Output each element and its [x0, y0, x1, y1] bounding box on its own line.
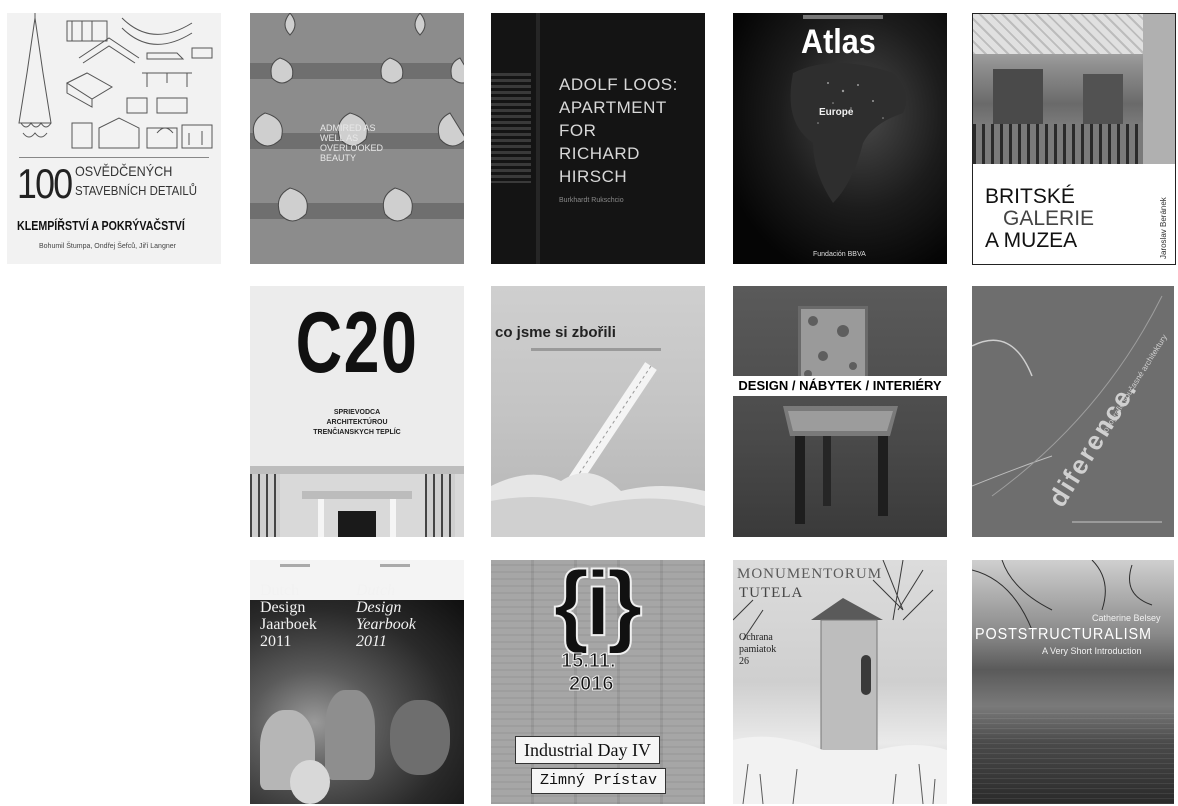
chair-illustration [783, 306, 898, 524]
book-cover-c20[interactable]: C20 SPRIEVODCA ARCHITEKTÚROU TRENČIANSKY… [250, 286, 464, 537]
book-title: Atlas [801, 23, 876, 61]
book-subtitle: Ochrana pamiatok 26 [739, 632, 777, 667]
book-cover-industrial[interactable]: {i} 15.11. 2016 Industrial Day IV Zimný … [491, 560, 705, 804]
book-authors: Bohumil Štumpa, Ondřej Šefců, Jiří Langn… [39, 243, 176, 250]
book-title: C20 [295, 295, 419, 391]
book-author: Jaroslav Beránek [1159, 197, 1168, 259]
building-photo [250, 466, 464, 537]
book-cover-design[interactable]: DESIGN / NÁBYTEK / INTERIÉRY [733, 286, 947, 537]
tree-silhouette-illustration [972, 560, 1153, 631]
book-title: POSTSTRUCTURALISM [975, 626, 1152, 643]
book-title-english: Dutch Design Yearbook 2011 [356, 582, 416, 650]
blinds-texture [491, 73, 531, 183]
event-year: 2016 [569, 673, 614, 696]
book-cover-britske[interactable]: BRITSKÉ GALERIE A MUZEA Jaroslav Beránek [972, 13, 1176, 265]
book-cover-adolf-loos[interactable]: ADOLF LOOS: APARTMENT FOR RICHARD HIRSCH… [491, 13, 705, 264]
book-title: BRITSKÉ GALERIE A MUZEA [985, 185, 1095, 252]
book-author: Burkhardt Rukschcio [559, 197, 624, 204]
book-cover-admired[interactable]: ADMIRED AS WELL AS OVERLOOKED BEAUTY [250, 13, 464, 264]
book-author: Catherine Belsey [1092, 613, 1161, 623]
book-subtitle: A Very Short Introduction [1042, 646, 1142, 656]
book-title: DESIGN / NÁBYTEK / INTERIÉRY [733, 376, 947, 396]
book-cover-dutch[interactable]: Dutch Design Jaarboek 2011 Dutch Design … [250, 560, 464, 804]
museum-photo [973, 14, 1143, 164]
book-title: ADOLF LOOS: APARTMENT FOR RICHARD HIRSCH [559, 75, 678, 186]
book-title-line1: MONUMENTORUM [737, 566, 883, 582]
book-cover-monument[interactable]: MONUMENTORUM TUTELA Ochrana pamiatok 26 [733, 560, 947, 804]
demolition-crane-illustration [491, 362, 705, 537]
book-subtitle: SPRIEVODCA ARCHITEKTÚROU TRENČIANSKYCH T… [313, 409, 401, 436]
book-title-line2: TUTELA [739, 585, 804, 601]
book-title-line2: STAVEBNÍCH DETAILŮ [75, 183, 198, 198]
book-title-dutch: Dutch Design Jaarboek 2011 [260, 582, 317, 650]
book-number: 100 [17, 160, 73, 207]
architectural-drawings-illustration [18, 13, 213, 149]
book-subtitle: KLEMPÍŘSTVÍ A POKRÝVAČSTVÍ [17, 218, 185, 233]
atlas-small-header [803, 15, 883, 19]
industrial-logo: {i} [552, 560, 643, 656]
book-title-line1: OSVĚDČENÝCH [75, 163, 173, 179]
event-title: Industrial Day IV [515, 736, 660, 764]
event-date: 15.11. [561, 650, 617, 673]
book-publisher: Fundación BBVA [813, 251, 866, 258]
event-place: Zimný Prístav [531, 768, 667, 794]
book-cover-co-jsme[interactable]: co jsme si zbořili [491, 286, 705, 537]
book-region: Europe [819, 107, 854, 118]
book-title: ADMIRED AS WELL AS OVERLOOKED BEAUTY [320, 123, 384, 163]
book-cover-atlas[interactable]: Atlas Europe Fundación BBVA [733, 13, 947, 264]
book-cover-poststructuralism[interactable]: Catherine Belsey POSTSTRUCTURALISM A Ver… [972, 560, 1174, 804]
book-cover-klempirstvi[interactable]: 100 OSVĚDČENÝCH STAVEBNÍCH DETAILŮ KLEMP… [7, 13, 221, 264]
book-cover-diference[interactable]: diference. topografie současné architekt… [972, 286, 1174, 537]
